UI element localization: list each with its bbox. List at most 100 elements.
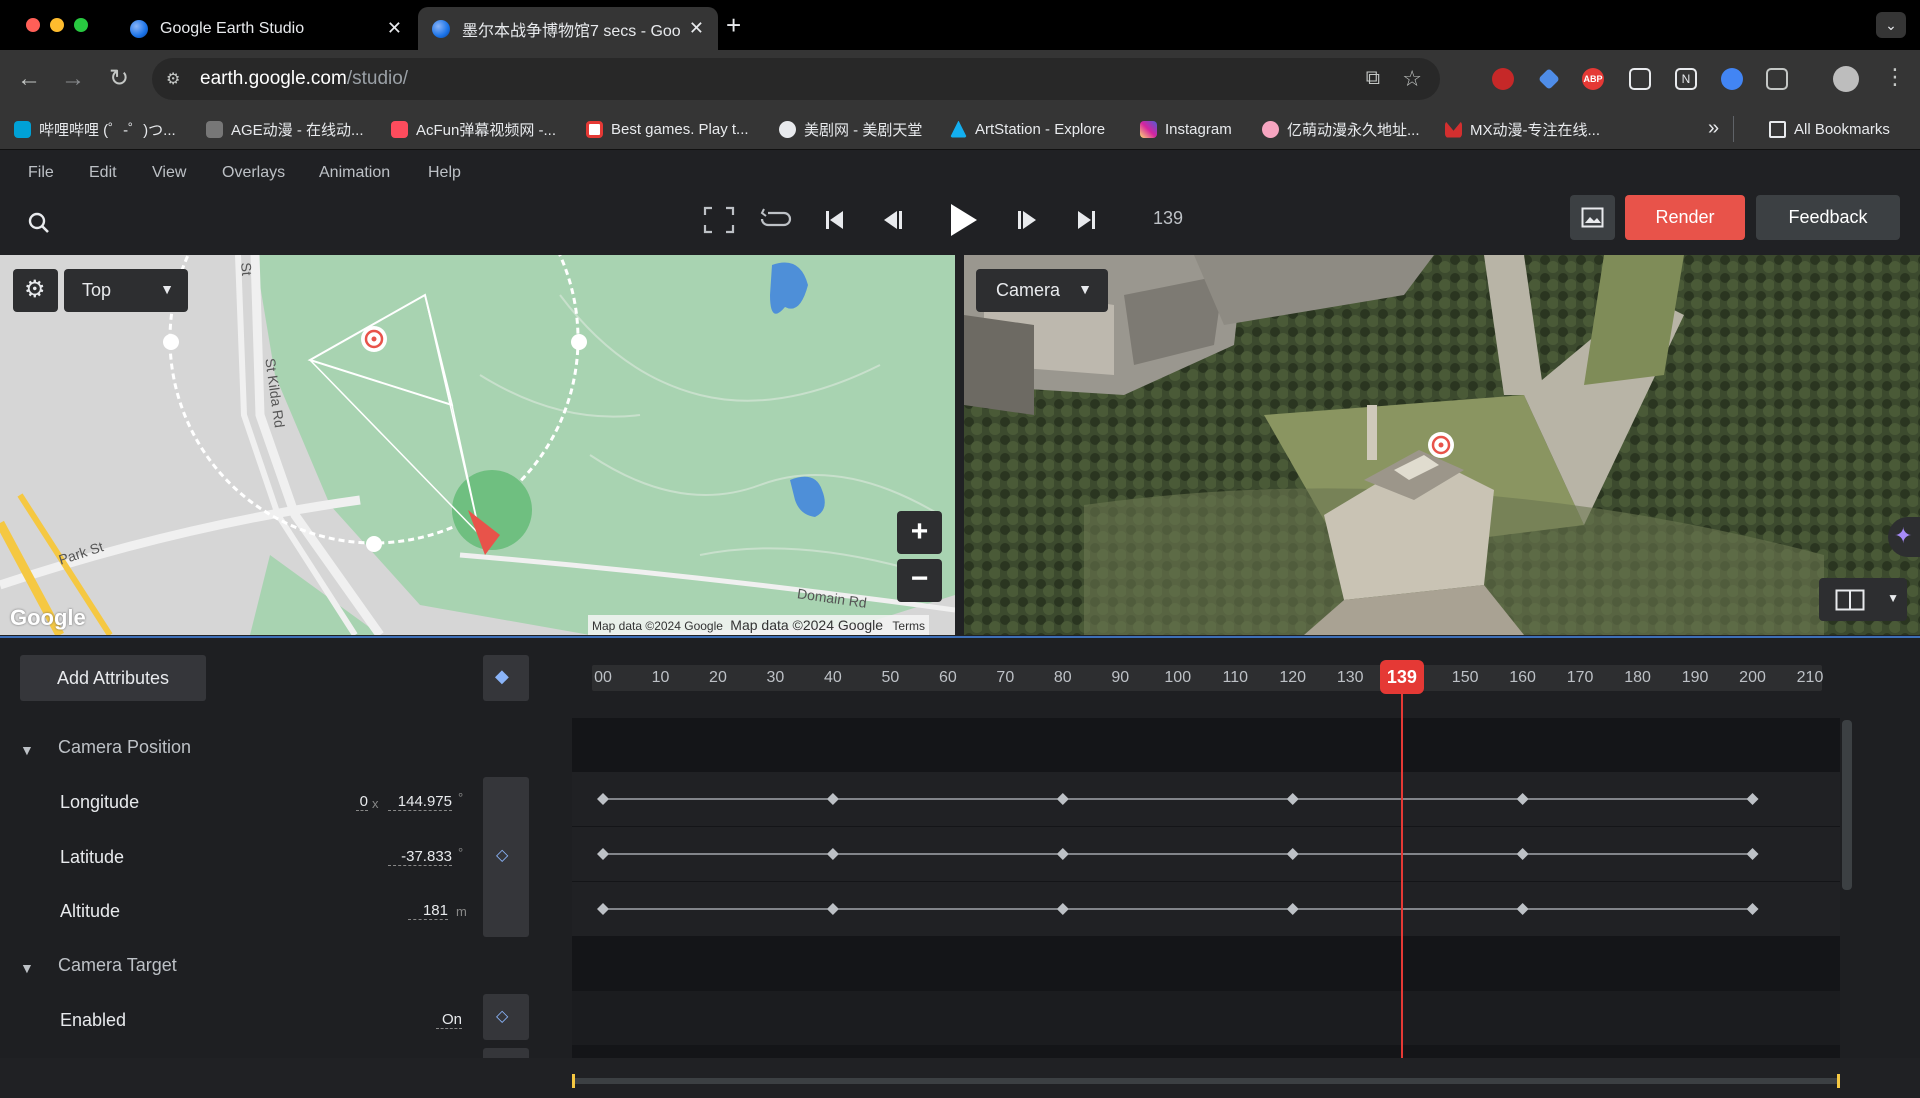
menu-view[interactable]: View — [152, 164, 186, 182]
bookmark-item[interactable]: 哔哩哔哩 (゜-゜)つ... — [14, 116, 176, 142]
address-bar[interactable]: ⚙ earth.google.com/studio/ ⧉ ☆ — [152, 58, 1440, 100]
add-attributes-button[interactable]: Add Attributes — [20, 655, 206, 701]
forward-button[interactable]: → — [58, 64, 88, 94]
keyframe-diamond[interactable] — [1286, 903, 1299, 915]
keyframe-tracks[interactable] — [572, 772, 1840, 937]
menu-overlays[interactable]: Overlays — [222, 164, 285, 182]
enabled-value[interactable]: On — [436, 1011, 462, 1029]
all-bookmarks-button[interactable]: All Bookmarks — [1769, 116, 1890, 142]
ai-assist-button[interactable]: ✦ — [1888, 517, 1920, 557]
longitude-value[interactable]: 144.975 — [388, 793, 452, 811]
keyframe-diamond[interactable] — [1746, 848, 1759, 860]
map-view-select[interactable]: Top ▼ — [64, 269, 188, 312]
camera-viewport[interactable]: Camera ▼ ✦ ▼ — [964, 255, 1920, 635]
range-end-handle[interactable] — [1837, 1074, 1840, 1088]
image-settings-button[interactable] — [1570, 195, 1615, 240]
skip-to-start-icon[interactable] — [824, 208, 846, 232]
skip-to-end-icon[interactable] — [1075, 208, 1097, 232]
bookmark-item[interactable]: Best games. Play t... — [586, 116, 749, 142]
playhead-handle[interactable]: 139 — [1379, 660, 1424, 694]
viewport-divider[interactable] — [955, 255, 964, 635]
tab-search-icon[interactable]: ⌄ — [1876, 12, 1906, 38]
play-icon[interactable] — [947, 202, 979, 238]
map-canvas[interactable] — [0, 255, 955, 635]
close-window-button[interactable] — [26, 18, 40, 32]
extensions-puzzle-icon[interactable] — [1766, 68, 1788, 90]
camera-position-keyframe-button[interactable]: ◇ — [483, 777, 529, 937]
keyframe-diamond[interactable] — [597, 793, 609, 805]
group-camera-position[interactable]: Camera Position — [58, 737, 191, 758]
site-info-icon[interactable]: ⚙ — [166, 69, 186, 89]
bookmark-item[interactable]: Instagram — [1140, 116, 1232, 142]
keyframe-diamond[interactable] — [597, 848, 609, 860]
reload-button[interactable]: ↻ — [104, 64, 134, 94]
zoom-range-bar[interactable] — [572, 1078, 1840, 1084]
zoom-out-button[interactable]: − — [897, 559, 942, 602]
map-viewport[interactable]: St Kilda Rd Park St Domain Rd St Google … — [0, 255, 955, 635]
extension-window-icon[interactable] — [1629, 68, 1651, 90]
collapse-icon[interactable]: ▼ — [20, 960, 34, 976]
altitude-value[interactable]: 181 — [408, 902, 448, 920]
enabled-keyframe-button[interactable]: ◇ — [483, 994, 529, 1040]
keyframe-diamond[interactable] — [1056, 848, 1069, 860]
bookmark-item[interactable]: 美剧网 - 美剧天堂 — [779, 116, 922, 142]
keyframe-diamond[interactable] — [826, 793, 839, 805]
menu-edit[interactable]: Edit — [89, 164, 117, 182]
close-tab-icon[interactable]: ✕ — [689, 18, 704, 39]
maximize-window-button[interactable] — [74, 18, 88, 32]
zoom-in-button[interactable]: + — [897, 511, 942, 554]
group-camera-target[interactable]: Camera Target — [58, 955, 177, 976]
next-frame-icon[interactable] — [1016, 208, 1040, 232]
adblock-plus-icon[interactable]: ABP — [1582, 68, 1604, 90]
feedback-button[interactable]: Feedback — [1756, 195, 1900, 240]
keyframe-diamond[interactable] — [1746, 903, 1759, 915]
keyframe-diamond[interactable] — [1056, 903, 1069, 915]
terms-link[interactable]: Terms — [892, 619, 925, 633]
keyframe-diamond[interactable] — [1746, 793, 1759, 805]
keyframe-diamond[interactable] — [1516, 793, 1529, 805]
extension-c-icon[interactable] — [1721, 68, 1743, 90]
menu-animation[interactable]: Animation — [319, 164, 390, 182]
longitude-revolutions[interactable]: 0 — [356, 793, 368, 811]
extension-gem-icon[interactable] — [1538, 68, 1560, 90]
keyframe-diamond[interactable] — [1056, 793, 1069, 805]
keyframe-nav-button[interactable]: ◆ — [483, 655, 529, 701]
keyframe-diamond[interactable] — [826, 903, 839, 915]
new-tab-button[interactable]: + — [726, 10, 741, 41]
collapse-icon[interactable]: ▼ — [20, 742, 34, 758]
keyframe-diamond[interactable] — [1516, 903, 1529, 915]
keyframe-diamond[interactable] — [1516, 848, 1529, 860]
bookmark-item[interactable]: AcFun弹幕视频网 -... — [391, 116, 556, 142]
keyframe-diamond[interactable] — [597, 903, 609, 915]
tab-google-earth-studio[interactable]: Google Earth Studio ✕ — [116, 7, 416, 50]
back-button[interactable]: ← — [14, 64, 44, 94]
minimize-window-button[interactable] — [50, 18, 64, 32]
layout-select[interactable]: ▼ — [1819, 578, 1907, 621]
keyframe-diamond[interactable] — [826, 848, 839, 860]
camera-view-select[interactable]: Camera ▼ — [976, 269, 1108, 312]
close-tab-icon[interactable]: ✕ — [387, 18, 402, 39]
bookmark-item[interactable]: 亿萌动漫永久地址... — [1262, 116, 1420, 142]
loop-icon[interactable] — [760, 208, 792, 232]
bookmark-item[interactable]: AGE动漫 - 在线动... — [206, 116, 364, 142]
menu-file[interactable]: File — [28, 164, 54, 182]
bookmark-item[interactable]: MX动漫-专注在线... — [1445, 116, 1600, 142]
bookmark-item[interactable]: ArtStation - Explore — [950, 116, 1105, 142]
latitude-value[interactable]: -37.833 — [388, 848, 452, 866]
range-start-handle[interactable] — [572, 1074, 575, 1088]
camera-canvas[interactable] — [964, 255, 1920, 635]
render-button[interactable]: Render — [1625, 195, 1745, 240]
next-keyframe-button[interactable] — [483, 1048, 529, 1058]
bookmark-star-icon[interactable]: ☆ — [1402, 66, 1422, 92]
tab-active[interactable]: 墨尔本战争博物馆7 secs - Goo ✕ — [418, 7, 718, 50]
current-frame-display[interactable]: 139 — [1153, 208, 1183, 229]
search-icon[interactable] — [26, 210, 52, 236]
browser-menu-icon[interactable]: ⋮ — [1884, 64, 1906, 90]
keyframe-diamond[interactable] — [1286, 793, 1299, 805]
previous-frame-icon[interactable] — [880, 208, 904, 232]
more-bookmarks-icon[interactable]: » — [1708, 117, 1719, 140]
profile-avatar[interactable] — [1833, 66, 1859, 92]
map-settings-button[interactable]: ⚙ — [13, 269, 58, 312]
keyframe-diamond[interactable] — [1286, 848, 1299, 860]
tracks-scrollbar[interactable] — [1842, 720, 1852, 890]
